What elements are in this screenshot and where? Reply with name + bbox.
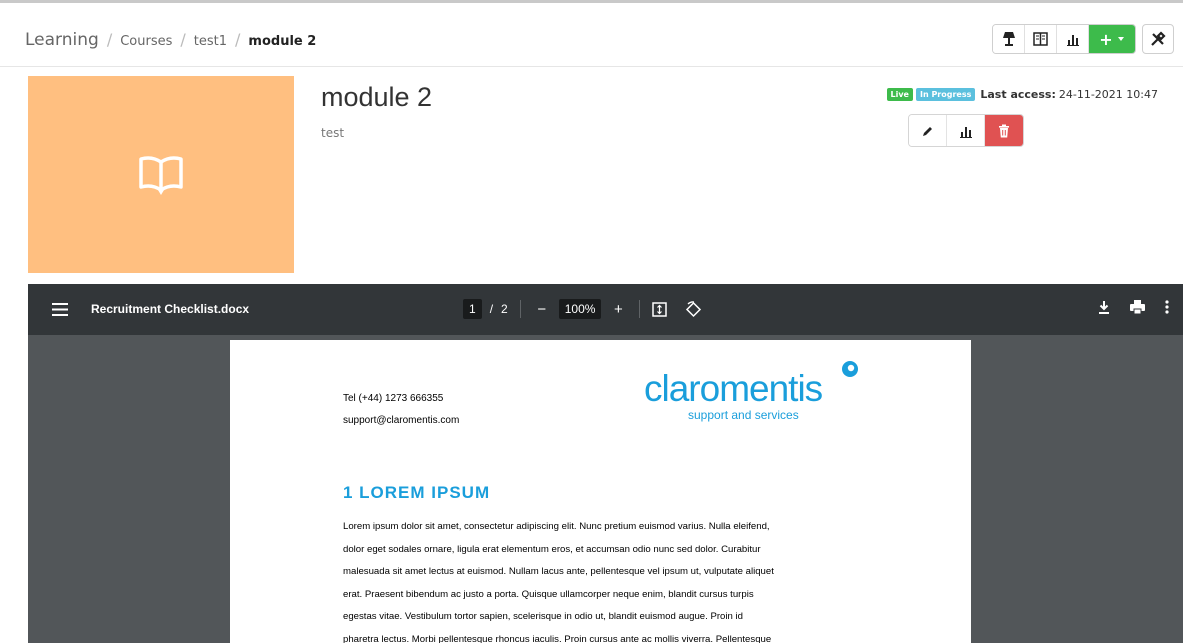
zoom-in-button[interactable]: + xyxy=(609,301,627,318)
module-description: test xyxy=(321,126,345,140)
breadcrumb-current: module 2 xyxy=(248,34,317,49)
tools-icon xyxy=(1151,31,1166,46)
header-button-group: + xyxy=(992,24,1136,54)
download-icon[interactable] xyxy=(1098,300,1110,314)
trash-icon xyxy=(999,124,1009,137)
module-actions xyxy=(908,114,1024,147)
breadcrumb-courses[interactable]: Courses xyxy=(120,34,172,49)
book-open-icon xyxy=(139,155,183,195)
top-bar: Learning / Courses / test1 / module 2 + xyxy=(0,0,1183,67)
section-body: Lorem ipsum dolor sit amet, consectetur … xyxy=(343,516,883,643)
document-title: Recruitment Checklist.docx xyxy=(91,302,250,316)
print-icon[interactable] xyxy=(1130,300,1145,314)
viewer-actions xyxy=(1098,300,1169,314)
body-line: pharetra lectus. Morbi pellentesque rhon… xyxy=(343,633,772,643)
logo-text: claromentis xyxy=(644,368,823,409)
logo-subtext: support and services xyxy=(688,408,799,422)
lamp-icon xyxy=(1002,32,1015,46)
edit-icon xyxy=(922,126,932,136)
divider xyxy=(639,300,641,318)
menu-icon[interactable] xyxy=(52,303,68,316)
document-viewer[interactable]: Recruitment Checklist.docx 1 / 2 − 100% … xyxy=(28,284,1183,643)
body-line: egestas vitae. Vestibulum tortor sapien,… xyxy=(343,611,743,622)
body-line: Lorem ipsum dolor sit amet, consectetur … xyxy=(343,521,770,532)
breadcrumb-learning[interactable]: Learning xyxy=(25,30,99,50)
breadcrumb-separator: / xyxy=(106,30,113,49)
module-status: Live In Progress Last access: 24-11-2021… xyxy=(886,88,1158,101)
book-icon xyxy=(1033,32,1048,46)
last-access-value: 24-11-2021 10:47 xyxy=(1058,88,1158,101)
bar-chart-icon xyxy=(959,126,972,138)
more-options-icon[interactable] xyxy=(1165,300,1169,314)
body-line: malesuada sit amet lectus at euismod. Nu… xyxy=(343,566,774,577)
last-access-label: Last access: xyxy=(980,88,1056,101)
in-progress-badge: In Progress xyxy=(915,88,976,101)
document-page: Tel (+44) 1273 666355 support@claromenti… xyxy=(230,340,971,643)
add-button[interactable]: + xyxy=(1089,25,1135,53)
zoom-level-input[interactable]: 100% xyxy=(558,299,602,319)
live-badge: Live xyxy=(886,88,913,101)
breadcrumb-separator: / xyxy=(235,30,241,49)
contact-phone: Tel (+44) 1273 666355 xyxy=(343,393,444,404)
fit-page-icon[interactable] xyxy=(652,301,668,317)
total-pages: 2 xyxy=(501,302,508,316)
library-button[interactable] xyxy=(1025,25,1057,53)
tools-button[interactable] xyxy=(1142,24,1174,54)
page-number-input[interactable]: 1 xyxy=(463,299,482,319)
body-line: erat. Praesent bibendum ac justo a porta… xyxy=(343,588,754,600)
reports-button[interactable] xyxy=(1057,25,1089,53)
edit-button[interactable] xyxy=(909,115,947,146)
section-heading: 1 LOREM IPSUM xyxy=(343,483,491,502)
rotate-icon[interactable] xyxy=(685,300,702,318)
caret-down-icon xyxy=(1117,37,1124,41)
page-controls: 1 / 2 − 100% + xyxy=(463,299,702,319)
add-label: + xyxy=(1099,29,1113,49)
viewer-toolbar: Recruitment Checklist.docx 1 / 2 − 100% … xyxy=(28,284,1183,335)
contact-email: support@claromentis.com xyxy=(343,415,460,426)
bar-chart-icon xyxy=(1066,35,1079,46)
lamp-button[interactable] xyxy=(993,25,1025,53)
divider xyxy=(519,300,521,318)
module-title: module 2 xyxy=(321,82,433,112)
module-thumbnail xyxy=(28,76,294,273)
breadcrumb-separator: / xyxy=(180,30,186,49)
breadcrumb-course[interactable]: test1 xyxy=(194,34,227,49)
header-toolbar: + xyxy=(992,24,1174,54)
breadcrumb: Learning / Courses / test1 / module 2 xyxy=(25,30,316,50)
logo-bubble-icon xyxy=(842,361,858,377)
company-logo: claromentis support and services xyxy=(644,358,874,428)
page-separator: / xyxy=(489,302,494,316)
contact-info: Tel (+44) 1273 666355 support@claromenti… xyxy=(343,388,459,432)
body-line: dolor eget sodales ornare, ligula erat e… xyxy=(343,543,761,555)
delete-button[interactable] xyxy=(985,115,1023,146)
stats-button[interactable] xyxy=(947,115,985,146)
zoom-out-button[interactable]: − xyxy=(533,301,551,318)
